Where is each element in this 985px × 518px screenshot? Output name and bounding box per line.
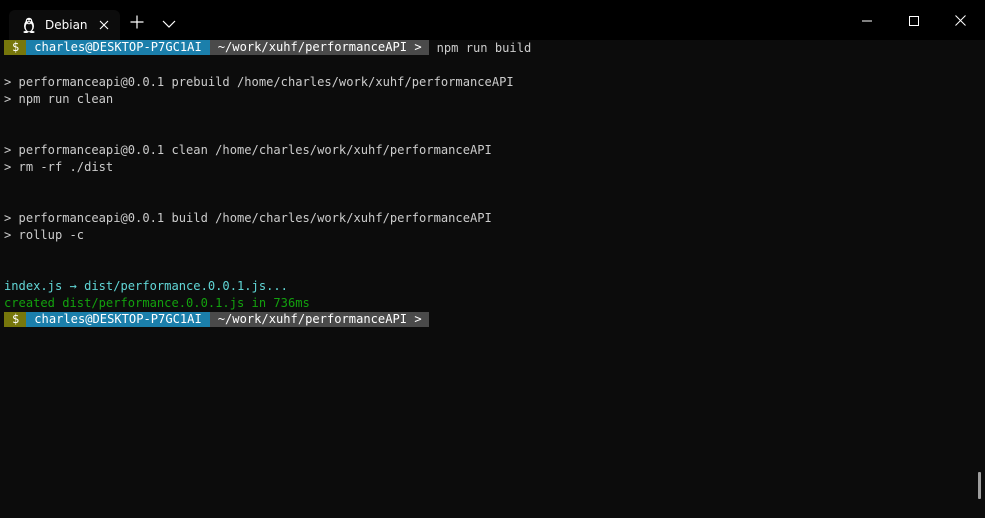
close-tab-icon[interactable] [96, 17, 112, 33]
prompt-dollar-segment: $ [4, 312, 27, 327]
rollup-created-line: created dist/performance.0.0.1.js in 736… [4, 296, 310, 310]
output-line: > rollup -c [4, 228, 85, 242]
prompt-line: $ charles@DESKTOP-P7GC1AI ~/work/xuhf/perf… [4, 40, 531, 57]
output-line: > performanceapi@0.0.1 clean /home/charl… [4, 143, 492, 157]
tab-dropdown-button[interactable] [154, 10, 184, 36]
prompt-dollar-segment: $ [4, 40, 27, 55]
prompt-path-segment: ~/work/xuhf/performanceAPI > [209, 40, 429, 55]
scrollbar-thumb[interactable] [978, 472, 981, 499]
output-line: > npm run clean [4, 92, 114, 106]
command-text: npm run build [436, 41, 532, 55]
rollup-input-line: index.js → dist/performance.0.0.1.js... [4, 279, 288, 293]
tab-title: Debian [45, 18, 88, 32]
close-button[interactable] [937, 0, 983, 40]
output-line: > rm -rf ./dist [4, 160, 114, 174]
output-line: > performanceapi@0.0.1 build /home/charl… [4, 211, 492, 225]
linux-tux-icon [21, 17, 37, 33]
title-bar[interactable]: Debian [0, 0, 985, 40]
maximize-icon [909, 11, 919, 30]
scrollbar-track[interactable] [977, 40, 985, 518]
terminal-window: Debian $ charles@DESKTOP-P7GC1AI ~/work/… [0, 0, 985, 518]
minimize-icon [862, 11, 872, 30]
maximize-button[interactable] [891, 0, 937, 40]
output-line: > performanceapi@0.0.1 prebuild /home/ch… [4, 75, 514, 89]
chevron-down-icon [162, 14, 176, 33]
prompt-line: $ charles@DESKTOP-P7GC1AI ~/work/xuhf/perf… [4, 312, 429, 329]
terminal-output[interactable]: $ charles@DESKTOP-P7GC1AI ~/work/xuhf/perf… [0, 40, 977, 518]
minimize-button[interactable] [844, 0, 890, 40]
close-icon [954, 11, 966, 30]
new-tab-button[interactable] [122, 10, 152, 36]
prompt-user-segment: charles@DESKTOP-P7GC1AI [26, 312, 210, 327]
plus-icon [130, 14, 144, 33]
prompt-path-segment: ~/work/xuhf/performanceAPI > [209, 312, 429, 327]
tab-debian[interactable]: Debian [9, 10, 120, 40]
prompt-user-segment: charles@DESKTOP-P7GC1AI [26, 40, 210, 55]
